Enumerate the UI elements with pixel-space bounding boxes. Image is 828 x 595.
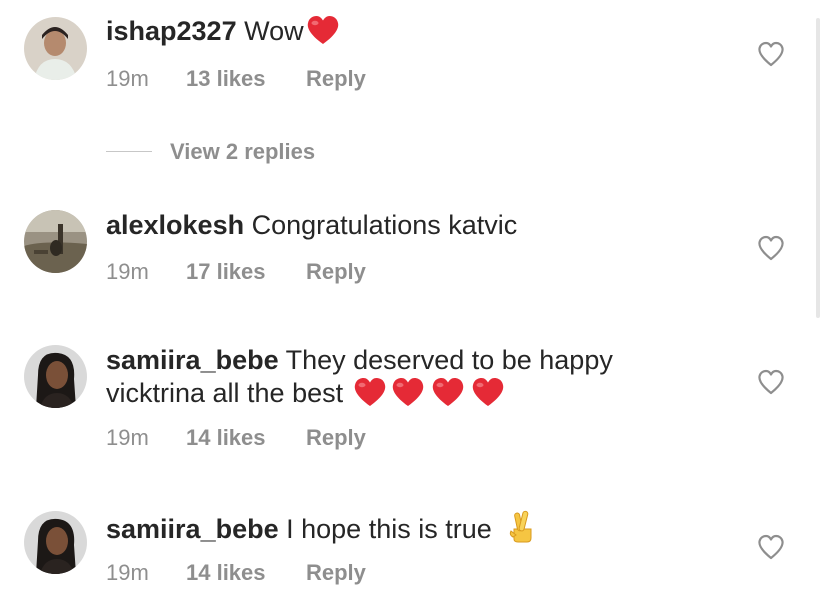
red-heart-emoji (306, 15, 340, 53)
red-heart-emoji (469, 377, 507, 415)
reply-button[interactable]: Reply (306, 64, 366, 94)
like-button[interactable] (757, 235, 785, 261)
comment-text-line2: vicktrina all the best (106, 377, 507, 415)
replies-divider (106, 151, 152, 152)
comment-text: ishap2327 Wow (106, 15, 340, 53)
heart-outline-icon (758, 41, 784, 67)
comment-body-line2: vicktrina all the best (106, 378, 344, 408)
heart-outline-icon (758, 369, 784, 395)
username[interactable]: samiira_bebe (106, 514, 279, 544)
reply-button[interactable]: Reply (306, 257, 366, 287)
crossed-fingers-emoji (507, 509, 535, 551)
username[interactable]: ishap2327 (106, 16, 237, 46)
avatar[interactable] (24, 345, 87, 408)
red-heart-emoji (429, 377, 467, 415)
heart-outline-icon (758, 235, 784, 261)
comment-body: I hope this is true (286, 514, 492, 544)
like-button[interactable] (757, 41, 785, 67)
username[interactable]: samiira_bebe (106, 345, 279, 375)
username[interactable]: alexlokesh (106, 210, 244, 240)
comment-time: 19m (106, 425, 149, 450)
like-button[interactable] (757, 369, 785, 395)
likes-count[interactable]: 13 likes (186, 64, 266, 94)
view-replies-label: View 2 replies (170, 139, 316, 164)
comment-text: samiira_bebe They deserved to be happy (106, 344, 613, 377)
heart-outline-icon (758, 534, 784, 560)
red-heart-emoji (389, 377, 427, 415)
red-heart-emoji (353, 377, 387, 415)
likes-count[interactable]: 14 likes (186, 558, 266, 588)
comment-time: 19m (106, 560, 149, 585)
likes-count[interactable]: 14 likes (186, 423, 266, 453)
comment-time: 19m (106, 66, 149, 91)
avatar[interactable] (24, 210, 87, 273)
comment-body: They deserved to be happy (285, 345, 613, 375)
comment-text: samiira_bebe I hope this is true (106, 509, 535, 551)
comment-text: alexlokesh Congratulations katvic (106, 209, 517, 242)
reply-button[interactable]: Reply (306, 558, 366, 588)
comment-body: Congratulations katvic (251, 210, 518, 240)
scrollbar[interactable] (816, 18, 820, 318)
comment-time: 19m (106, 259, 149, 284)
likes-count[interactable]: 17 likes (186, 257, 266, 287)
like-button[interactable] (757, 534, 785, 560)
comment-body: Wow (244, 16, 304, 46)
avatar[interactable] (24, 17, 87, 80)
avatar[interactable] (24, 511, 87, 574)
reply-button[interactable]: Reply (306, 423, 366, 453)
